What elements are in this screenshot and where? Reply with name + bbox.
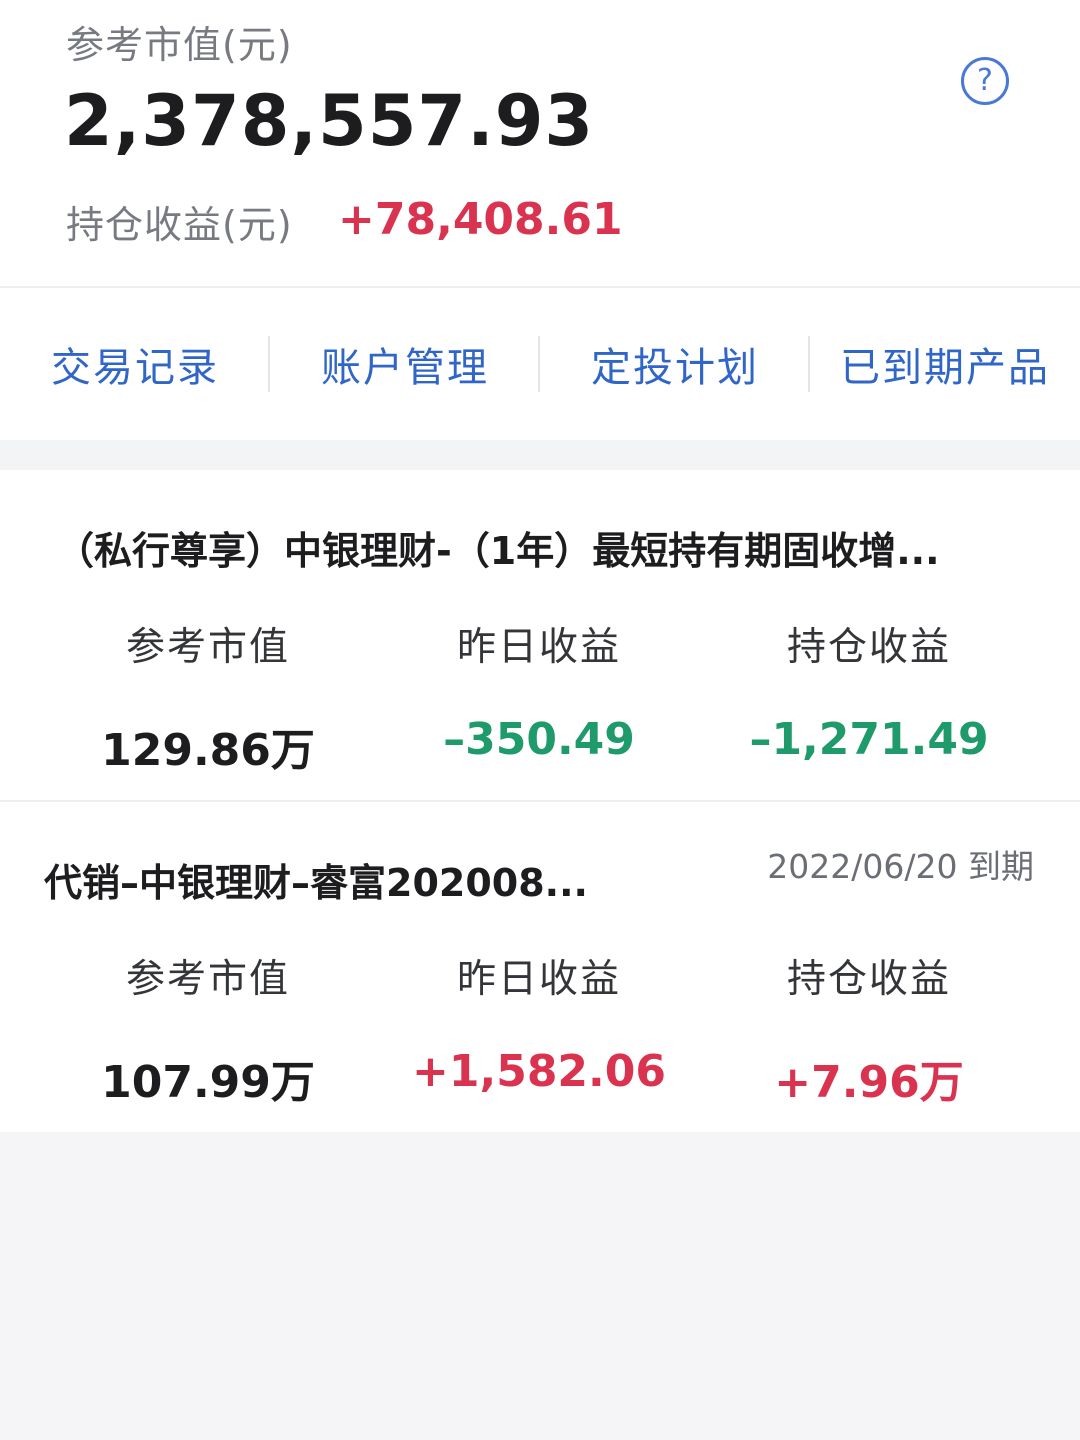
metric-value: –350.49 bbox=[443, 714, 635, 765]
product-card[interactable]: （私行尊享）中银理财-（1年）最短持有期固收增... 参考市值 129.86万 … bbox=[0, 470, 1080, 800]
metric-value: +7.96万 bbox=[774, 1057, 964, 1108]
product-card[interactable]: 代销–中银理财–睿富202008... 2022/06/20 到期 参考市值 1… bbox=[0, 802, 1080, 1132]
maturity-date: 2022/06/20 到期 bbox=[767, 847, 1034, 886]
metric-label: 参考市值 bbox=[125, 957, 290, 1002]
product-title: 代销–中银理财–睿富202008... bbox=[44, 861, 588, 905]
holding-pnl-value: +78,408.61 bbox=[338, 194, 623, 245]
metric-yesterday-pnl: 昨日收益 –350.49 bbox=[374, 616, 704, 765]
holding-pnl-label: 持仓收益(元) bbox=[66, 203, 293, 247]
metric-market-value: 参考市值 107.99万 bbox=[43, 948, 373, 1110]
metric-value: +1,582.06 bbox=[412, 1046, 666, 1097]
action-nav: 交易记录 账户管理 定投计划 已到期产品 bbox=[0, 288, 1080, 440]
product-title: （私行尊享）中银理财-（1年）最短持有期固收增... bbox=[56, 529, 940, 573]
nav-separator bbox=[808, 336, 810, 392]
nav-separator bbox=[268, 336, 270, 392]
nav-separator bbox=[538, 336, 540, 392]
metric-label: 参考市值 bbox=[125, 625, 290, 670]
help-icon[interactable]: ? bbox=[961, 57, 1009, 105]
portfolio-summary: 参考市值(元) 2,378,557.93 ? 持仓收益(元) +78,408.6… bbox=[0, 0, 1080, 286]
metric-value: 129.86万 bbox=[101, 725, 315, 776]
metric-value: –1,271.49 bbox=[749, 714, 989, 765]
nav-investment-plan[interactable]: 定投计划 bbox=[540, 288, 810, 440]
metric-value: 107.99万 bbox=[101, 1057, 315, 1108]
metric-label: 持仓收益 bbox=[786, 957, 951, 1002]
nav-transaction-records[interactable]: 交易记录 bbox=[0, 288, 270, 440]
metric-yesterday-pnl: 昨日收益 +1,582.06 bbox=[374, 948, 704, 1097]
market-value-label: 参考市值(元) bbox=[66, 23, 293, 67]
metric-label: 持仓收益 bbox=[786, 625, 951, 670]
metric-label: 昨日收益 bbox=[456, 625, 621, 670]
metric-holding-pnl: 持仓收益 +7.96万 bbox=[704, 948, 1034, 1110]
market-value: 2,378,557.93 bbox=[64, 80, 595, 162]
metric-label: 昨日收益 bbox=[456, 957, 621, 1002]
section-gap bbox=[0, 440, 1080, 470]
metric-market-value: 参考市值 129.86万 bbox=[43, 616, 373, 778]
nav-account-management[interactable]: 账户管理 bbox=[270, 288, 540, 440]
metric-holding-pnl: 持仓收益 –1,271.49 bbox=[704, 616, 1034, 765]
nav-matured-products[interactable]: 已到期产品 bbox=[810, 288, 1080, 440]
